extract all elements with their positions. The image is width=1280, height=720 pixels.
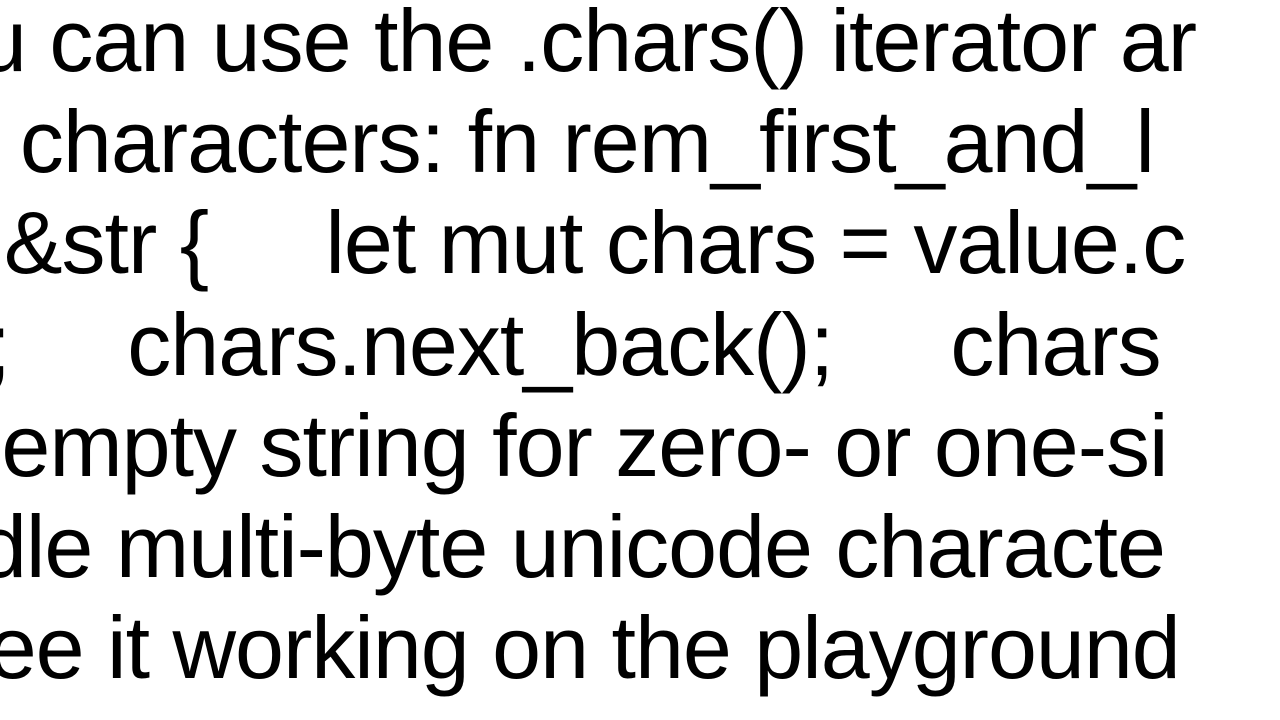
- document-text: ou can use the .chars() iterator ar st c…: [0, 0, 1280, 698]
